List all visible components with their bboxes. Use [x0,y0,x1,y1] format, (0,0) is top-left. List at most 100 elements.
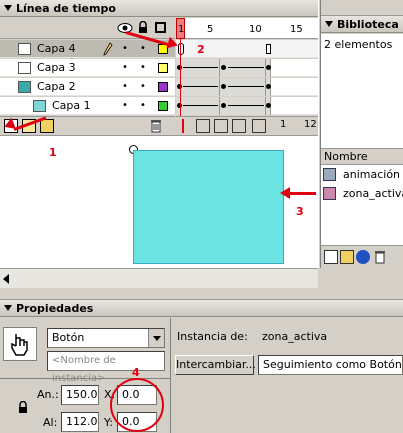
keyframe[interactable] [266,65,271,70]
collapse-triangle-icon[interactable] [325,21,333,27]
lock-dot[interactable]: • [140,81,146,92]
masked-layer-icon [33,100,46,112]
frames-row-capa1[interactable] [176,97,319,115]
scroll-left-icon[interactable] [3,274,9,284]
tween-arrow [183,67,218,68]
stage-area[interactable] [0,135,318,268]
onion-skin-icon[interactable] [196,119,210,133]
swap-button[interactable]: Intercambiar... [175,355,256,375]
layer-color-swatch[interactable] [158,82,168,92]
visibility-dot[interactable]: • [122,62,128,73]
annotation-label: 2 [197,43,205,56]
frames-row-capa2[interactable] [176,78,319,96]
properties-title: Propiedades [16,302,94,315]
keyframe[interactable] [178,43,184,55]
instance-of-label: Instancia de: [177,330,248,343]
end-frame[interactable] [266,44,271,54]
tween-arrow [183,105,218,106]
trash-icon[interactable] [150,119,162,133]
center-frame-icon[interactable] [182,119,184,133]
hand-pointer-icon [11,334,28,356]
lock-dot[interactable]: • [140,62,146,73]
frame-number: 5 [207,24,214,35]
tween-span[interactable] [220,59,266,77]
layer-row-capa2[interactable]: Capa 2 • • [0,78,175,96]
onion-outline-icon[interactable] [214,119,228,133]
properties-panel-header[interactable]: Propiedades [0,300,403,317]
new-folder-icon[interactable] [340,250,354,264]
symbol-type-select[interactable]: Botón [47,328,165,348]
library-item[interactable]: zona_activa [321,185,403,203]
tween-span[interactable] [220,97,266,115]
instance-of-value: zona_activa [262,330,328,343]
layer-icon [18,62,31,74]
modify-markers-icon[interactable] [252,119,266,133]
lock-icon[interactable] [138,21,148,34]
layer-color-swatch[interactable] [158,63,168,73]
layers-header [0,18,175,39]
mask-layer-icon [18,81,31,93]
collapse-triangle-icon[interactable] [4,305,12,311]
keyframe[interactable] [266,103,271,108]
visibility-dot[interactable]: • [122,43,128,54]
layer-row-capa1[interactable]: Capa 1 • • [0,97,175,115]
height-value: 112.0 [66,415,98,428]
lock-dot[interactable]: • [140,100,146,111]
tracking-select[interactable]: Seguimiento como Botón [258,355,403,375]
button-symbol-icon [3,327,37,361]
lock-icon[interactable] [18,401,28,414]
instance-name-input[interactable]: <Nombre de instancia> [47,351,165,384]
width-input[interactable]: 150.0 [61,385,99,405]
tween-span[interactable] [176,59,220,77]
keyframe[interactable] [221,65,226,70]
vertical-divider [170,318,171,433]
tween-span[interactable] [176,78,220,96]
trash-icon[interactable] [374,250,386,264]
tween-arrow [228,105,264,106]
tween-span[interactable] [176,97,220,115]
collapse-triangle-icon[interactable] [4,5,12,11]
current-frame: 1 [280,119,287,130]
library-footer [321,245,403,267]
edit-multiple-frames-icon[interactable] [232,119,246,133]
timeline-panel-header[interactable]: Línea de tiempo [0,0,318,17]
frame-number: 1 [178,24,185,35]
height-input[interactable]: 112.0 [61,412,99,432]
add-folder-icon[interactable] [40,119,54,133]
stage-button-rect[interactable] [133,150,284,264]
library-list: animación zona_activa [321,165,403,245]
visibility-dot[interactable]: • [122,100,128,111]
library-item[interactable]: animación [321,166,403,184]
layer-color-swatch[interactable] [158,101,168,111]
layer-name: Capa 1 [52,99,91,112]
pencil-icon [103,42,113,56]
new-symbol-icon[interactable] [324,250,338,264]
library-list-header[interactable]: Nombre [321,149,403,165]
properties-body: Botón <Nombre de instancia> Instancia de… [0,318,403,433]
width-value: 150.0 [66,388,98,401]
outline-icon[interactable] [155,22,166,33]
properties-icon[interactable] [356,250,370,264]
keyframe[interactable] [221,103,226,108]
frame-number: 15 [290,24,303,35]
tracking-value: Seguimiento como Botón [263,358,402,371]
timeline-title: Línea de tiempo [16,2,116,15]
tween-span[interactable] [220,78,266,96]
tween-arrow [228,86,264,87]
frame-rate: 12 [304,119,317,130]
layer-icon [18,43,31,55]
y-label: Y: [104,416,113,429]
keyframe[interactable] [266,84,271,89]
chevron-down-icon[interactable] [148,329,164,347]
lock-dot[interactable]: • [140,43,146,54]
horizontal-scrollbar[interactable] [0,268,318,288]
layer-row-capa3[interactable]: Capa 3 • • [0,59,175,77]
library-panel-header[interactable]: Biblioteca [321,16,403,33]
visibility-dot[interactable]: • [122,81,128,92]
button-symbol-icon [323,187,336,200]
frame-ruler[interactable]: 1 5 10 15 [176,18,318,39]
layer-row-capa4[interactable]: Capa 4 • • [0,40,175,58]
width-label: An.: [37,388,59,401]
frames-row-capa3[interactable] [176,59,319,77]
keyframe[interactable] [221,84,226,89]
